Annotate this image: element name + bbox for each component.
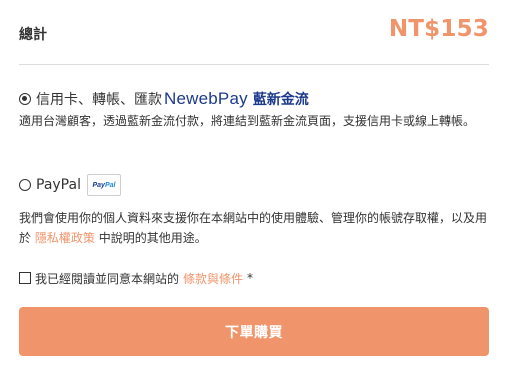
required-asterisk: * [247, 271, 254, 285]
newebpay-logo-cn: 藍新金流 [252, 92, 309, 108]
privacy-text-after: 中說明的其他用途。 [98, 231, 207, 245]
privacy-policy-link[interactable]: 隱私權政策 [35, 231, 95, 245]
newebpay-description: 適用台灣顧客，透過藍新金流付款，將連結到藍新金流頁面，支援信用卡或線上轉帳。 [19, 114, 476, 128]
newebpay-radio-icon[interactable] [19, 93, 31, 105]
newebpay-logo-text: NewebPay [164, 89, 248, 108]
total-label: 總計 [19, 27, 47, 43]
payment-option-paypal[interactable]: PayPal PayPal [19, 173, 121, 197]
payment-option-newebpay[interactable]: 信用卡、轉帳、匯款 NewebPay 藍新金流 適用台灣顧客，透過藍新金流付款，… [19, 88, 489, 131]
terms-text: 我已經閱讀並同意本網站的 [35, 271, 180, 286]
place-order-button[interactable]: 下單購買 [19, 307, 489, 356]
terms-checkbox-icon[interactable] [19, 272, 31, 284]
divider [19, 64, 489, 65]
paypal-radio-icon[interactable] [19, 179, 31, 191]
terms-link[interactable]: 條款與條件 [183, 270, 243, 287]
newebpay-option-label[interactable]: 信用卡、轉帳、匯款 [36, 89, 162, 109]
place-order-label: 下單購買 [225, 324, 283, 341]
paypal-logo-pay: Pay [92, 181, 105, 189]
paypal-logo-pal: Pal [104, 181, 116, 189]
paypal-option-label[interactable]: PayPal [36, 177, 81, 193]
paypal-logo-icon: PayPal [86, 174, 121, 196]
order-total-row: 總計 NT$153 [19, 14, 489, 54]
privacy-notice: 我們會使用你的個人資料來支援你在本網站中的使用體驗、管理你的帳號存取權，以及用於… [19, 208, 489, 248]
terms-agreement[interactable]: 我已經閱讀並同意本網站的 條款與條件 * [19, 268, 253, 288]
total-amount: NT$153 [388, 16, 489, 42]
